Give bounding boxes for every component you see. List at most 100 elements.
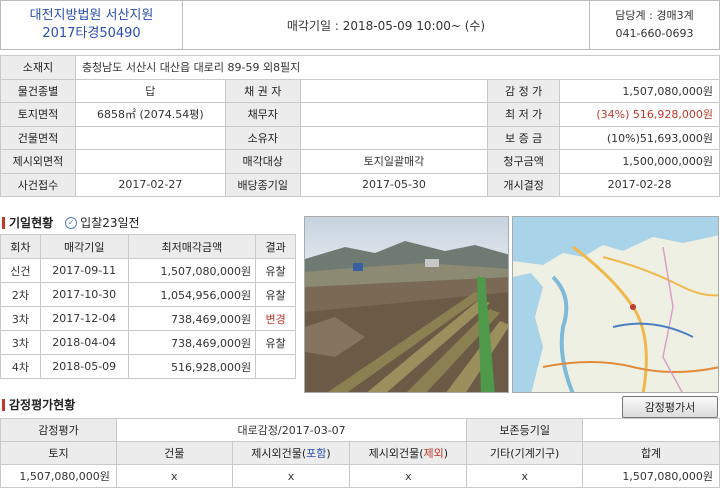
round-cell: 2차 (0, 282, 41, 307)
table-row: 물건종별 답 채 권 자 감 정 가 1,507,080,000원 (0, 78, 720, 103)
sale-target-value: 토지일괄매각 (299, 149, 489, 174)
excluded-area-value (74, 149, 226, 174)
claim-label: 청구금액 (487, 149, 561, 174)
table-header-row: 회차 매각기일 최저매각금액 결과 (0, 234, 296, 259)
table-row: 2차 2017-10-30 1,054,956,000원 유찰 (0, 282, 296, 307)
check-icon: ✓ (65, 216, 78, 229)
price-cell: 738,469,000원 (127, 330, 257, 355)
appraisal-report-button[interactable]: 감정평가서 (622, 396, 718, 418)
commence-label: 개시결정 (487, 172, 561, 197)
bid-countdown: ✓ 입찰23일전 (65, 214, 140, 231)
column-header: 합계 (582, 441, 720, 465)
land-area-value: 6858㎡ (2074.54평) (74, 102, 226, 127)
auction-schedule-table: 회차 매각기일 최저매각금액 결과 신건 2017-09-11 1,507,08… (0, 234, 296, 379)
location-value: 충청남도 서산시 대산읍 대로리 89-59 외8필지 (74, 55, 720, 80)
total-value-cell: 1,507,080,000원 (582, 464, 720, 488)
appraisal-price-label: 감 정 가 (487, 78, 561, 103)
date-cell: 2018-05-09 (39, 354, 129, 379)
price-cell: 738,469,000원 (127, 306, 257, 331)
column-header: 토지 (0, 441, 117, 465)
section-marker (2, 398, 5, 411)
table-row: 건물면적 소유자 보 증 금 (10%)51,693,000원 (0, 125, 720, 150)
table-row: 3차 2017-12-04 738,469,000원 변경 (0, 306, 296, 331)
date-cell: 2017-09-11 (39, 258, 129, 283)
registration-date-label: 보존등기일 (466, 418, 584, 442)
building-area-label: 건물면적 (0, 125, 76, 150)
table-row: 소재지 충청남도 서산시 대산읍 대로리 89-59 외8필지 (0, 55, 720, 80)
land-area-label: 토지면적 (0, 102, 76, 127)
appraiser-label: 감정평가 (0, 418, 117, 442)
header-text: 제시외건물( (251, 447, 307, 460)
commence-value: 2017-02-28 (559, 172, 720, 197)
sale-target-label: 매각대상 (224, 149, 301, 174)
appraisal-price-value: 1,507,080,000원 (559, 78, 720, 103)
result-cell: 유찰 (255, 258, 296, 283)
appraiser-value: 대로감정/2017-03-07 (115, 418, 468, 442)
round-cell: 4차 (0, 354, 41, 379)
deposit-value: (10%)51,693,000원 (559, 125, 720, 150)
table-row: 사건접수 2017-02-27 배당종기일 2017-05-30 개시결정 20… (0, 172, 720, 197)
table-row: 3차 2018-04-04 738,469,000원 유찰 (0, 330, 296, 355)
land-value-cell: 1,507,080,000원 (0, 464, 117, 488)
building-area-value (74, 125, 226, 150)
header-highlight: 제외 (423, 447, 444, 460)
sale-date: 매각기일 : 2018-05-09 10:00~ (수) (286, 18, 486, 33)
map-illustration (513, 217, 718, 392)
header-text: 제시외건물( (368, 447, 424, 460)
dividend-deadline-label: 배당종기일 (224, 172, 301, 197)
column-header: 회차 (0, 234, 41, 259)
column-header: 건물 (115, 441, 233, 465)
auction-section-title: 기일현황 ✓ 입찰23일전 (2, 214, 140, 231)
type-label: 물건종별 (0, 78, 76, 103)
case-header: 대전지방법원 서산지원 2017타경50490 매각기일 : 2018-05-0… (0, 0, 720, 50)
building-value-cell: x (115, 464, 233, 488)
column-header: 최저매각금액 (127, 234, 257, 259)
court-info: 대전지방법원 서산지원 2017타경50490 (1, 1, 183, 49)
round-cell: 3차 (0, 306, 41, 331)
date-cell: 2018-04-04 (39, 330, 129, 355)
deposit-label: 보 증 금 (487, 125, 561, 150)
case-number: 2017타경50490 (42, 26, 141, 41)
table-row: 4차 2018-05-09 516,928,000원 (0, 354, 296, 379)
table-row: 감정평가 대로감정/2017-03-07 보존등기일 (0, 418, 720, 442)
table-row: 제시외면적 매각대상 토지일괄매각 청구금액 1,500,000,000원 (0, 149, 720, 174)
department: 담당계 : 경매3계 (615, 9, 694, 22)
column-header: 기타(기계기구) (466, 441, 584, 465)
excl-incl-value-cell: x (231, 464, 351, 488)
auction-title-text: 기일현황 (9, 216, 54, 230)
column-header: 제시외건물(제외) (349, 441, 468, 465)
table-row: 1,507,080,000원 x x x x 1,507,080,000원 (0, 464, 720, 488)
dividend-deadline-value: 2017-05-30 (299, 172, 489, 197)
phone-number: 041-660-0693 (615, 27, 694, 40)
registration-date-value (582, 418, 720, 442)
header-text: ) (443, 447, 449, 460)
other-value-cell: x (466, 464, 584, 488)
excluded-area-label: 제시외면적 (0, 149, 76, 174)
debtor-label: 채무자 (224, 102, 301, 127)
property-photo[interactable] (304, 216, 509, 393)
column-header: 결과 (255, 234, 296, 259)
result-cell: 유찰 (255, 282, 296, 307)
min-price-label: 최 저 가 (487, 102, 561, 127)
appraisal-section-title: 감정평가현황 (2, 396, 75, 413)
case-received-value: 2017-02-27 (74, 172, 226, 197)
owner-label: 소유자 (224, 125, 301, 150)
result-cell (255, 354, 296, 379)
header-highlight: 포함 (306, 447, 327, 460)
property-info-table: 소재지 충청남도 서산시 대산읍 대로리 89-59 외8필지 물건종별 답 채… (0, 55, 720, 197)
department-info: 담당계 : 경매3계 041-660-0693 (589, 1, 719, 49)
result-cell: 변경 (255, 306, 296, 331)
location-map[interactable] (512, 216, 719, 393)
appraisal-table: 감정평가 대로감정/2017-03-07 보존등기일 토지 건물 제시외건물(포… (0, 418, 720, 488)
column-header: 제시외건물(포함) (231, 441, 351, 465)
creditor-value (299, 78, 489, 103)
price-cell: 516,928,000원 (127, 354, 257, 379)
table-row: 토지면적 6858㎡ (2074.54평) 채무자 최 저 가 (34%) 51… (0, 102, 720, 127)
section-marker (2, 216, 5, 229)
round-cell: 신건 (0, 258, 41, 283)
excl-excl-value-cell: x (349, 464, 468, 488)
date-cell: 2017-10-30 (39, 282, 129, 307)
header-text: ) (326, 447, 331, 460)
creditor-label: 채 권 자 (224, 78, 301, 103)
location-label: 소재지 (0, 55, 76, 80)
